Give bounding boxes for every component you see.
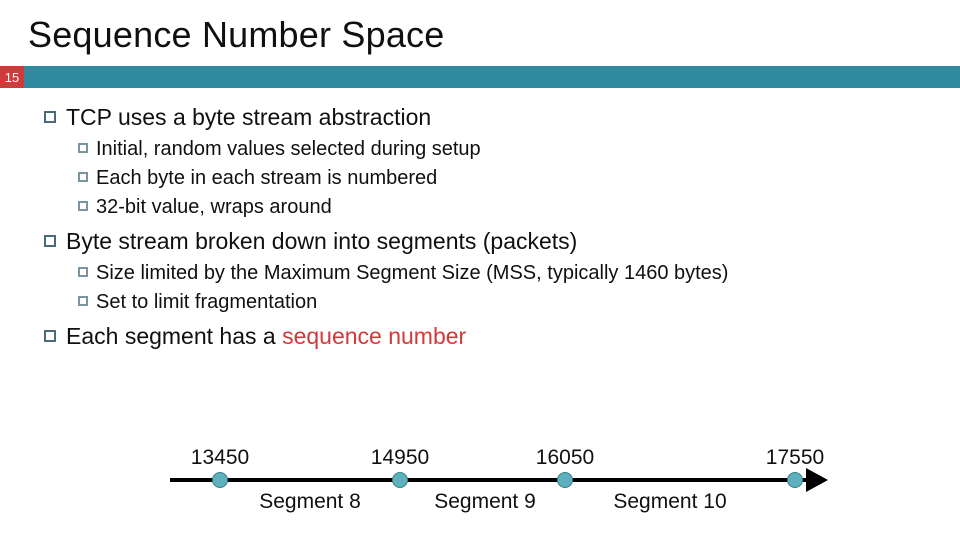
seq-dot-icon — [212, 472, 228, 488]
bullet-text: TCP uses a byte stream abstraction — [66, 104, 431, 131]
seq-number-label: 14950 — [371, 446, 429, 470]
bullet-marker-icon — [44, 111, 56, 123]
timeline-line — [170, 478, 810, 482]
sub-bullet: 32-bit value, wraps around — [78, 193, 932, 222]
sub-text: Size limited by the Maximum Segment Size… — [96, 259, 728, 288]
sub-bullet: Initial, random values selected during s… — [78, 135, 932, 164]
sub-text: 32-bit value, wraps around — [96, 193, 332, 222]
slide: Sequence Number Space 15 TCP uses a byte… — [0, 0, 960, 540]
bullet-2: Byte stream broken down into segments (p… — [44, 228, 932, 255]
sub-marker-icon — [78, 201, 88, 211]
bullet-text: Byte stream broken down into segments (p… — [66, 228, 577, 255]
bullet-text-prefix: Each segment has a — [66, 323, 282, 349]
bullet-text: Each segment has a sequence number — [66, 323, 466, 350]
sub-marker-icon — [78, 296, 88, 306]
bullet-text-emph: sequence number — [282, 323, 466, 349]
slide-title: Sequence Number Space — [0, 0, 960, 66]
seq-dot-icon — [787, 472, 803, 488]
bullet-marker-icon — [44, 330, 56, 342]
sequence-diagram: 13450 14950 16050 17550 Segment 8 Segmen… — [170, 430, 870, 530]
bullet-1-subs: Initial, random values selected during s… — [78, 135, 932, 222]
seq-number-label: 17550 — [766, 446, 824, 470]
sub-marker-icon — [78, 267, 88, 277]
sub-marker-icon — [78, 172, 88, 182]
sub-text: Initial, random values selected during s… — [96, 135, 481, 164]
seq-dot-icon — [557, 472, 573, 488]
sub-bullet: Set to limit fragmentation — [78, 288, 932, 317]
seq-number-label: 16050 — [536, 446, 594, 470]
segment-label: Segment 10 — [613, 490, 726, 514]
accent-bar: 15 — [0, 66, 960, 88]
bullet-3: Each segment has a sequence number — [44, 323, 932, 350]
sub-bullet: Each byte in each stream is numbered — [78, 164, 932, 193]
segment-label: Segment 8 — [259, 490, 361, 514]
seq-number-label: 13450 — [191, 446, 249, 470]
sub-text: Each byte in each stream is numbered — [96, 164, 437, 193]
sub-marker-icon — [78, 143, 88, 153]
bullet-2-subs: Size limited by the Maximum Segment Size… — [78, 259, 932, 317]
content-area: TCP uses a byte stream abstraction Initi… — [0, 88, 960, 350]
slide-number-badge: 15 — [0, 66, 24, 88]
arrow-right-icon — [806, 468, 828, 492]
segment-label: Segment 9 — [434, 490, 536, 514]
bullet-1: TCP uses a byte stream abstraction — [44, 104, 932, 131]
sub-bullet: Size limited by the Maximum Segment Size… — [78, 259, 932, 288]
seq-dot-icon — [392, 472, 408, 488]
bullet-marker-icon — [44, 235, 56, 247]
sub-text: Set to limit fragmentation — [96, 288, 317, 317]
